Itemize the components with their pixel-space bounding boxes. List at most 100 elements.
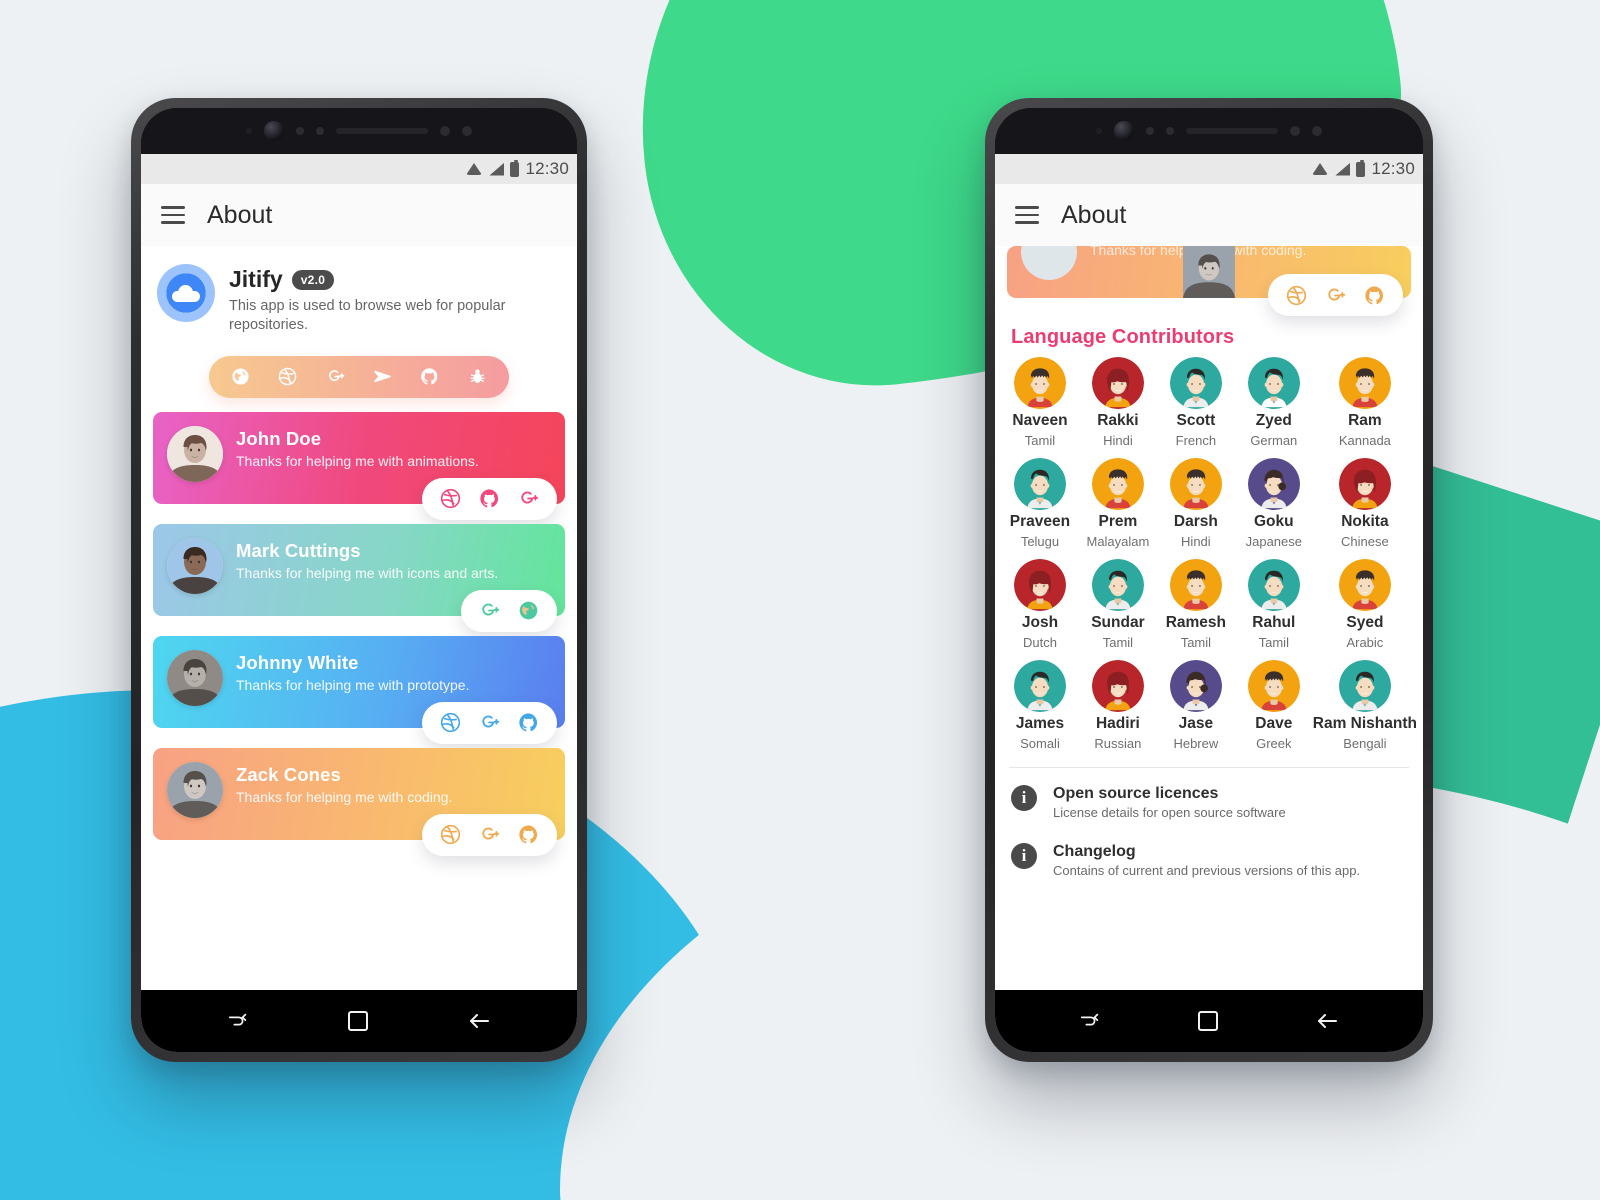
hamburger-menu-icon[interactable] bbox=[1015, 206, 1039, 224]
google-plus-icon[interactable] bbox=[325, 366, 346, 387]
sensor-dot-icon bbox=[1096, 128, 1102, 134]
back-icon[interactable] bbox=[467, 1011, 491, 1031]
language-contributor-item[interactable]: Praveen Telugu bbox=[1001, 458, 1079, 549]
contributor-card[interactable]: John Doe Thanks for helping me with anim… bbox=[153, 411, 565, 520]
language-contributor-item[interactable]: Ram Kannada bbox=[1313, 357, 1417, 448]
home-icon[interactable] bbox=[1197, 1011, 1218, 1031]
language-contributor-item[interactable]: Syed Arabic bbox=[1313, 559, 1417, 650]
contributor-language: Chinese bbox=[1341, 534, 1389, 549]
language-contributor-item[interactable]: Scott French bbox=[1157, 357, 1235, 448]
recent-apps-icon[interactable] bbox=[1079, 1010, 1101, 1032]
language-contributor-item[interactable]: Hadiri Russian bbox=[1079, 660, 1157, 751]
language-contributor-item[interactable]: Darsh Hindi bbox=[1157, 458, 1235, 549]
language-contributor-item[interactable]: Josh Dutch bbox=[1001, 559, 1079, 650]
globe-icon[interactable] bbox=[230, 366, 251, 387]
dribbble-icon[interactable] bbox=[439, 711, 462, 734]
led-indicator-icon bbox=[462, 126, 472, 136]
google-plus-icon[interactable] bbox=[478, 599, 501, 622]
language-contributor-item[interactable]: Nokita Chinese bbox=[1313, 458, 1417, 549]
contributor-card[interactable]: Johnny White Thanks for helping me with … bbox=[153, 635, 565, 744]
language-contributor-item[interactable]: James Somali bbox=[1001, 660, 1079, 751]
avatar-james bbox=[1013, 660, 1066, 712]
screen-right: 12:30 About Thanks for helping me with c… bbox=[995, 154, 1423, 1052]
social-chip[interactable] bbox=[1268, 274, 1403, 316]
social-chip[interactable] bbox=[422, 477, 557, 520]
avatar-nokita bbox=[1338, 458, 1391, 510]
partial-contributor-card[interactable]: Thanks for helping me with coding. bbox=[1007, 246, 1411, 316]
contributor-language: Hindi bbox=[1103, 433, 1133, 448]
language-contributor-item[interactable]: Prem Malayalam bbox=[1079, 458, 1157, 549]
back-icon[interactable] bbox=[1315, 1011, 1339, 1031]
bug-icon[interactable] bbox=[467, 366, 488, 387]
social-links-bar bbox=[209, 355, 509, 398]
avatar-naveen bbox=[1013, 357, 1066, 409]
language-contributor-item[interactable]: Sundar Tamil bbox=[1079, 559, 1157, 650]
contributor-message: Thanks for helping me with prototype. bbox=[236, 676, 470, 693]
avatar-sundar bbox=[1091, 559, 1144, 611]
dribbble-icon[interactable] bbox=[277, 366, 298, 387]
language-contributor-item[interactable]: Ram Nishanth Bengali bbox=[1313, 660, 1417, 751]
contributor-language: German bbox=[1250, 433, 1298, 448]
dribbble-icon[interactable] bbox=[1285, 284, 1308, 307]
home-icon[interactable] bbox=[347, 1011, 368, 1031]
app-bar-right: About bbox=[995, 184, 1423, 246]
google-plus-icon[interactable] bbox=[1324, 284, 1347, 307]
contributor-cards-list: John Doe Thanks for helping me with anim… bbox=[141, 398, 577, 856]
contributor-card[interactable]: Mark Cuttings Thanks for helping me with… bbox=[153, 523, 565, 632]
google-plus-icon[interactable] bbox=[478, 711, 501, 734]
send-icon[interactable] bbox=[372, 366, 393, 387]
info-icon: i bbox=[1011, 785, 1037, 811]
language-contributor-item[interactable]: Zyed German bbox=[1235, 357, 1313, 448]
contributor-card[interactable]: Zack Cones Thanks for helping me with co… bbox=[153, 747, 565, 856]
language-contributor-item[interactable]: Rakki Hindi bbox=[1079, 357, 1157, 448]
list-row-subtitle: License details for open source software bbox=[1053, 805, 1286, 820]
contributor-language: Japanese bbox=[1245, 534, 1302, 549]
github-icon[interactable] bbox=[1363, 284, 1386, 307]
recent-apps-icon[interactable] bbox=[227, 1010, 249, 1032]
earpiece-speaker bbox=[1186, 128, 1278, 134]
language-contributor-item[interactable]: Jase Hebrew bbox=[1157, 660, 1235, 751]
avatar-dave bbox=[1247, 660, 1300, 712]
contributor-language: Hebrew bbox=[1173, 736, 1219, 751]
dribbble-icon[interactable] bbox=[439, 487, 462, 510]
google-plus-icon[interactable] bbox=[478, 823, 501, 846]
language-contributor-item[interactable]: Naveen Tamil bbox=[1001, 357, 1079, 448]
about-list-row[interactable]: i Open source licences License details f… bbox=[995, 768, 1423, 826]
contributor-language: Tamil bbox=[1024, 433, 1056, 448]
status-time: 12:30 bbox=[1371, 159, 1415, 178]
globe-icon[interactable] bbox=[517, 599, 540, 622]
app-description: This app is used to browse web for popul… bbox=[229, 298, 506, 334]
social-chip[interactable] bbox=[422, 813, 557, 856]
contributor-name: Josh bbox=[1021, 614, 1059, 631]
page-title: About bbox=[1061, 200, 1127, 229]
avatar-hadiri bbox=[1091, 660, 1144, 712]
language-contributor-item[interactable]: Goku Japanese bbox=[1235, 458, 1313, 549]
github-icon[interactable] bbox=[517, 823, 540, 846]
avatar-johnny-white bbox=[167, 649, 223, 706]
social-chip[interactable] bbox=[461, 589, 557, 632]
about-list: i Open source licences License details f… bbox=[995, 768, 1423, 884]
android-nav-bar-right bbox=[995, 990, 1423, 1052]
github-icon[interactable] bbox=[517, 711, 540, 734]
github-icon[interactable] bbox=[419, 366, 440, 387]
about-list-row[interactable]: i Changelog Contains of current and prev… bbox=[995, 826, 1423, 884]
earpiece-speaker bbox=[336, 128, 428, 134]
led-indicator-icon bbox=[1312, 126, 1322, 136]
language-contributor-item[interactable]: Rahul Tamil bbox=[1235, 559, 1313, 650]
signal-icon bbox=[489, 162, 505, 176]
contributor-message: Thanks for helping me with animations. bbox=[236, 452, 479, 469]
dribbble-icon[interactable] bbox=[439, 823, 462, 846]
language-contributor-item[interactable]: Ramesh Tamil bbox=[1157, 559, 1235, 650]
contributor-name: Mark Cuttings bbox=[236, 539, 361, 561]
hamburger-menu-icon[interactable] bbox=[161, 206, 185, 224]
light-sensor-icon bbox=[1166, 127, 1174, 135]
google-plus-icon[interactable] bbox=[517, 487, 540, 510]
contributor-name: Rakki bbox=[1097, 412, 1139, 429]
page-title: About bbox=[207, 200, 273, 229]
social-chip[interactable] bbox=[422, 701, 557, 744]
front-camera-icon bbox=[1114, 121, 1134, 141]
language-contributor-item[interactable]: Dave Greek bbox=[1235, 660, 1313, 751]
phone-bezel-top-right bbox=[995, 108, 1423, 154]
github-icon[interactable] bbox=[478, 487, 501, 510]
proximity-sensor-icon bbox=[1146, 127, 1154, 135]
